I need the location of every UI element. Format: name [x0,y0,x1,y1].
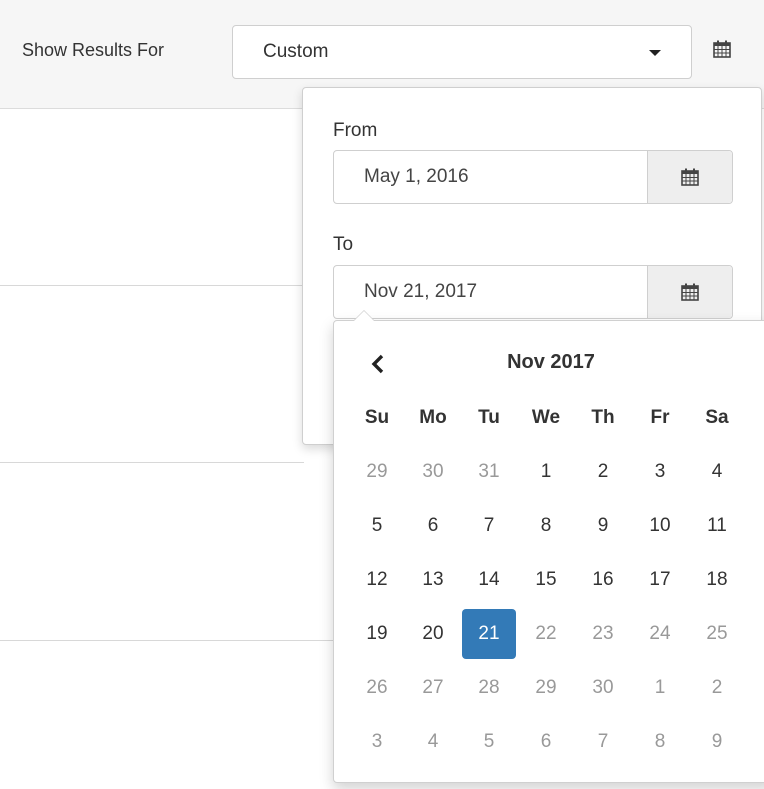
day-cell[interactable]: 17 [633,555,687,605]
from-date-input[interactable]: May 1, 2016 [333,150,733,204]
weekday-header: Th [591,407,615,428]
weekday-header: Su [364,407,390,428]
day-cell[interactable]: 6 [519,717,573,767]
day-cell[interactable]: 29 [350,447,404,497]
day-cell[interactable]: 6 [406,501,460,551]
day-cell[interactable]: 23 [576,609,630,659]
day-cell[interactable]: 13 [406,555,460,605]
row-divider [0,285,304,286]
calendar-icon [681,283,699,301]
day-cell[interactable]: 18 [690,555,744,605]
day-cell[interactable]: 30 [406,447,460,497]
day-cell-selected[interactable]: 21 [462,609,516,659]
show-results-select[interactable]: Custom [232,25,692,79]
to-label: To [333,234,354,255]
day-cell[interactable]: 8 [519,501,573,551]
select-value: Custom [263,41,329,62]
day-cell[interactable]: 1 [633,663,687,713]
weekday-header: Fr [650,407,670,428]
day-cell[interactable]: 2 [576,447,630,497]
day-cell[interactable]: 1 [519,447,573,497]
day-cell[interactable]: 25 [690,609,744,659]
weekday-header: We [531,407,561,428]
from-date-value: May 1, 2016 [364,166,469,187]
to-calendar-button[interactable] [647,266,732,318]
day-cell[interactable]: 9 [690,717,744,767]
day-cell[interactable]: 12 [350,555,404,605]
to-date-value: Nov 21, 2017 [364,281,478,302]
day-cell[interactable]: 4 [406,717,460,767]
day-cell[interactable]: 31 [462,447,516,497]
day-cell[interactable]: 15 [519,555,573,605]
show-results-label: Show Results For [22,40,165,60]
day-cell[interactable]: 2 [690,663,744,713]
day-cell[interactable]: 30 [576,663,630,713]
caret-down-icon [649,50,661,56]
weekday-header: Mo [419,407,447,428]
weekday-header: Sa [705,407,729,428]
day-cell[interactable]: 3 [350,717,404,767]
day-cell[interactable]: 26 [350,663,404,713]
day-cell[interactable]: 9 [576,501,630,551]
day-cell[interactable]: 20 [406,609,460,659]
day-cell[interactable]: 27 [406,663,460,713]
day-cell[interactable]: 14 [462,555,516,605]
from-calendar-button[interactable] [647,151,732,203]
day-cell[interactable]: 22 [519,609,573,659]
day-cell[interactable]: 24 [633,609,687,659]
day-cell[interactable]: 11 [690,501,744,551]
calendar-icon [681,168,699,186]
datepicker-dropdown: Nov 2017 Su Mo Tu We Th Fr Sa 29 30 31 1 2 3 4 5 6 7 8 9 10… [333,310,764,783]
day-cell[interactable]: 10 [633,501,687,551]
day-cell[interactable]: 5 [462,717,516,767]
day-cell[interactable]: 29 [519,663,573,713]
calendar-icon[interactable] [713,40,731,58]
day-cell[interactable]: 3 [633,447,687,497]
from-label: From [333,120,378,141]
day-cell[interactable]: 8 [633,717,687,767]
weekday-header: Tu [478,407,500,428]
day-cell[interactable]: 7 [576,717,630,767]
day-cell[interactable]: 16 [576,555,630,605]
day-cell[interactable]: 7 [462,501,516,551]
day-cell[interactable]: 4 [690,447,744,497]
month-title[interactable]: Nov 2017 [334,351,764,374]
day-cell[interactable]: 28 [462,663,516,713]
to-date-input[interactable]: Nov 21, 2017 [333,265,733,319]
row-divider [0,462,304,463]
day-cell[interactable]: 5 [350,501,404,551]
popover-arrow-inner [354,311,374,321]
day-cell[interactable]: 19 [350,609,404,659]
